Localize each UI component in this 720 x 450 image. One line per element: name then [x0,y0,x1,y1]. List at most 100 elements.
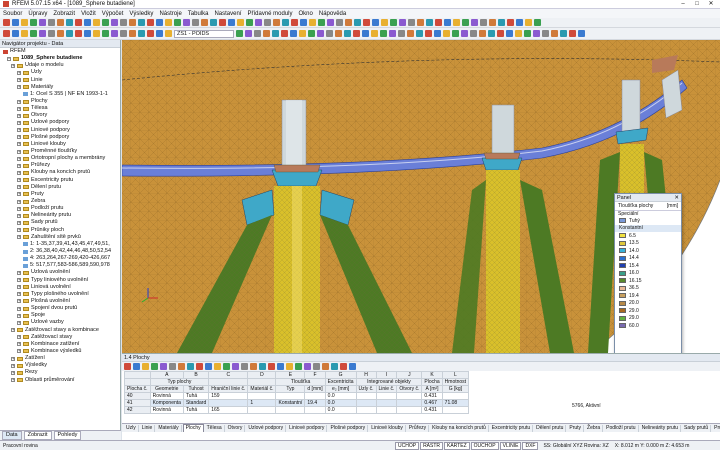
table-tab[interactable]: Podloží prutu [604,424,639,432]
tree-item[interactable]: + Excentricity prutu [3,177,120,184]
toolbar-tool-icon[interactable] [300,19,307,26]
tree-item[interactable]: + Uzly [3,69,120,76]
table-cell[interactable]: 0.431 [421,392,443,400]
table-tab[interactable]: Uzlové podpory [246,424,287,432]
legend-constant[interactable]: Konstantní [615,224,681,232]
toolbar-tool-icon[interactable] [340,363,347,370]
table-cell[interactable]: 159 [208,392,249,400]
table-cell[interactable]: 0.0 [324,399,357,407]
toolbar-tool-icon[interactable] [390,19,397,26]
tree-item[interactable]: + Liniové podpory [3,127,120,134]
tree-item[interactable]: + Kombinace zatížení [3,341,120,348]
column-header[interactable]: G [kg] [441,385,470,393]
toolbar-tool-icon[interactable] [372,19,379,26]
toolbar-tool-icon[interactable] [434,30,441,37]
table-tab[interactable]: Žebra [585,424,604,432]
expand-icon[interactable]: + [17,313,21,318]
tab-data[interactable]: Data [2,431,22,440]
table-cell[interactable]: 71.08 [441,399,470,407]
collapse-icon[interactable]: − [7,56,11,61]
toolbar-tool-icon[interactable] [192,19,199,26]
column-header[interactable]: Materiál č. [247,385,277,393]
expand-icon[interactable]: + [17,113,21,118]
expand-icon[interactable]: + [17,78,21,83]
toolbar-tool-icon[interactable] [453,19,460,26]
toolbar-tool-icon[interactable] [187,363,194,370]
toolbar-tool-icon[interactable] [354,19,361,26]
toolbar-tool-icon[interactable] [264,19,271,26]
toolbar-tool-icon[interactable] [102,30,109,37]
toolbar-tool-icon[interactable] [21,30,28,37]
toolbar-tool-icon[interactable] [322,363,329,370]
toolbar-tool-icon[interactable] [205,363,212,370]
expand-icon[interactable]: + [17,299,21,304]
toolbar-tool-icon[interactable] [317,30,324,37]
expand-icon[interactable]: + [17,342,21,347]
toolbar-tool-icon[interactable] [326,30,333,37]
toolbar-tool-icon[interactable] [331,363,338,370]
expand-icon[interactable]: + [17,270,21,275]
toolbar-tool-icon[interactable] [75,19,82,26]
tree-item[interactable]: + Řezy [3,369,120,376]
table-cell[interactable]: 0.467 [421,399,443,407]
toolbar-tool-icon[interactable] [165,30,172,37]
toolbar-tool-icon[interactable] [304,363,311,370]
table-cell[interactable] [375,399,398,407]
toolbar-tool-icon[interactable] [151,363,158,370]
table-tab[interactable]: Průniky [712,425,720,432]
toolbar-tool-icon[interactable] [232,363,239,370]
toolbar-tool-icon[interactable] [102,19,109,26]
toolbar-tool-icon[interactable] [506,30,513,37]
toolbar-tool-icon[interactable] [525,19,532,26]
toolbar-tool-icon[interactable] [398,30,405,37]
menu-vysledky[interactable]: Výsledky [129,11,153,17]
tree-item[interactable]: + Tělesa [3,105,120,112]
toolbar-tool-icon[interactable] [255,19,262,26]
toolbar-tool-icon[interactable] [165,19,172,26]
toolbar-tool-icon[interactable] [363,19,370,26]
toolbar-tool-icon[interactable] [111,19,118,26]
toolbar-tool-icon[interactable] [551,30,558,37]
expand-icon[interactable]: + [17,320,21,325]
toolbar-tool-icon[interactable] [133,363,140,370]
toolbar-tool-icon[interactable] [111,30,118,37]
expand-icon[interactable]: + [11,370,15,375]
toolbar-tool-icon[interactable] [489,19,496,26]
toolbar-tool-icon[interactable] [160,363,167,370]
toolbar-tool-icon[interactable] [327,19,334,26]
toolbar-tool-icon[interactable] [219,19,226,26]
table-cell[interactable] [247,406,277,414]
toolbar-tool-icon[interactable] [480,19,487,26]
column-header[interactable]: Tuhost [182,385,210,393]
toolbar-tool-icon[interactable] [462,19,469,26]
table-cell[interactable]: Rovinná [149,392,184,400]
column-header[interactable]: Geometrie [149,385,184,393]
toolbar-tool-icon[interactable] [147,30,154,37]
tree-item[interactable]: + Uzlové podpory [3,119,120,126]
tree-item[interactable]: + Typy liniového uvolnění [3,277,120,284]
toolbar-tool-icon[interactable] [524,30,531,37]
table-tab[interactable]: Dělení prutu [534,424,567,432]
expand-icon[interactable]: + [17,170,21,175]
toolbar-tool-icon[interactable] [178,363,185,370]
toolbar-tool-icon[interactable] [138,19,145,26]
column-header[interactable]: Plocha č. [124,385,151,393]
toolbar-tool-icon[interactable] [268,363,275,370]
expand-icon[interactable]: + [11,363,15,368]
expand-icon[interactable]: + [17,85,21,90]
tree-project[interactable]: −1089_Sphere butadiene [3,55,120,62]
table-tab[interactable]: Liniové klouby [369,424,406,432]
toolbar-tool-icon[interactable] [417,19,424,26]
column-header[interactable]: A [m²] [421,385,443,393]
table-tab[interactable]: Plochy [182,424,204,432]
tree-item[interactable]: + Typy plošného uvolnění [3,291,120,298]
toolbar-tool-icon[interactable] [254,30,261,37]
expand-icon[interactable]: + [17,156,21,161]
table-cell[interactable] [304,392,326,400]
toolbar-tool-icon[interactable] [183,19,190,26]
table-cell[interactable]: 41 [124,399,151,407]
tree-item[interactable]: + Plošné podpory [3,134,120,141]
toolbar-tool-icon[interactable] [245,30,252,37]
table-tab[interactable]: Linie [140,424,156,432]
status-toggle-button[interactable]: UCHOP [395,441,420,450]
